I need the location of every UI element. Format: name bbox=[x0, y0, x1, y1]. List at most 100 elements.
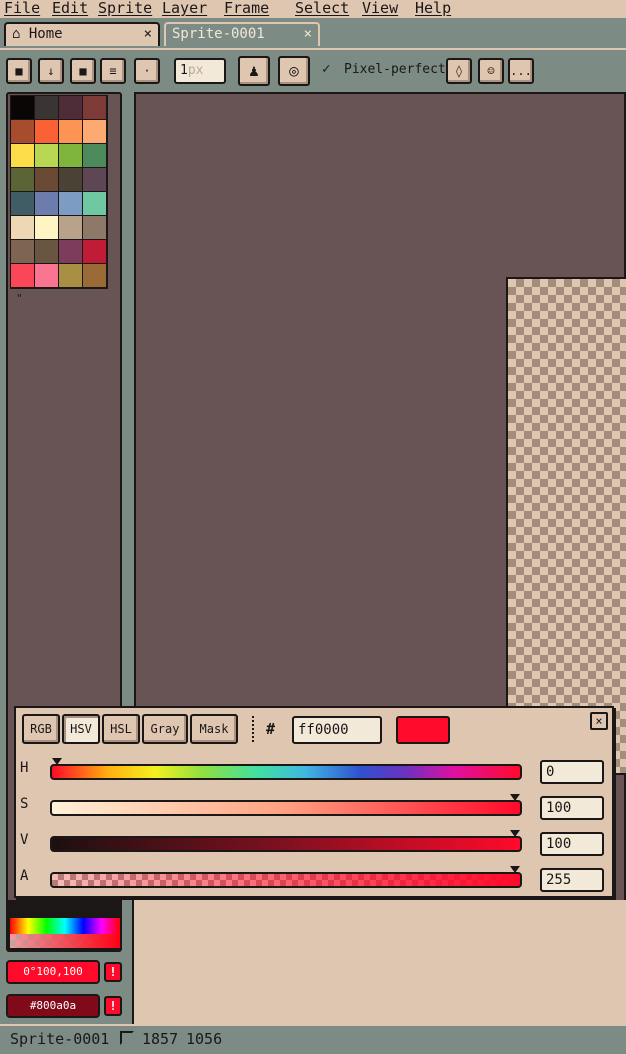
slider-knob[interactable] bbox=[52, 758, 62, 765]
hex-input[interactable]: ff0000 bbox=[292, 716, 382, 744]
palette-swatch[interactable] bbox=[83, 96, 107, 120]
menu-lines-icon[interactable]: ≡ bbox=[100, 58, 126, 84]
lock-icon[interactable]: ■ bbox=[6, 58, 32, 84]
menu-sprite[interactable]: Sprite bbox=[98, 0, 152, 17]
palette-swatch[interactable] bbox=[83, 168, 107, 192]
value-slider[interactable] bbox=[50, 830, 522, 852]
mode-rgb-button[interactable]: RGB bbox=[22, 714, 60, 744]
hue-strip[interactable] bbox=[10, 918, 120, 934]
menu-select[interactable]: Select bbox=[295, 0, 349, 17]
timeline-area bbox=[132, 900, 626, 1024]
close-icon[interactable]: × bbox=[144, 24, 152, 44]
hue-slider[interactable] bbox=[50, 758, 522, 780]
tab-sprite[interactable]: Sprite-0001 × bbox=[164, 22, 320, 46]
sprite-canvas[interactable] bbox=[506, 277, 626, 775]
brush-size-input[interactable]: 1px bbox=[174, 58, 226, 84]
saturation-slider[interactable] bbox=[50, 794, 522, 816]
palette-swatch[interactable] bbox=[83, 120, 107, 144]
palette-swatch[interactable] bbox=[59, 120, 83, 144]
palette-swatch[interactable] bbox=[59, 144, 83, 168]
menu-layer[interactable]: Layer bbox=[162, 0, 207, 17]
menu-bar: File Edit Sprite Layer Frame Select View… bbox=[0, 0, 626, 18]
palette-swatch[interactable] bbox=[83, 144, 107, 168]
palette-swatch[interactable] bbox=[35, 240, 59, 264]
ink-icon[interactable]: ♟ bbox=[238, 56, 270, 86]
palette-swatch[interactable] bbox=[83, 264, 107, 288]
palette-swatch[interactable] bbox=[11, 192, 35, 216]
slider-knob[interactable] bbox=[510, 866, 520, 873]
color-popup: RGB HSV HSL Gray Mask # ff0000 × H 0 S 1… bbox=[14, 706, 614, 898]
slider-label-a: A bbox=[20, 868, 29, 884]
foreground-color-button[interactable]: 0°100,100 bbox=[6, 960, 100, 984]
palette-swatch[interactable] bbox=[11, 264, 35, 288]
palette-swatch[interactable] bbox=[59, 96, 83, 120]
mode-hsv-button[interactable]: HSV bbox=[62, 714, 100, 744]
close-icon[interactable]: × bbox=[304, 24, 312, 44]
tab-home[interactable]: ⌂ Home × bbox=[4, 22, 160, 46]
arrow-down-icon[interactable]: ↓ bbox=[38, 58, 64, 84]
mode-mask-button[interactable]: Mask bbox=[190, 714, 238, 744]
palette-swatch[interactable] bbox=[83, 240, 107, 264]
saturation-value-input[interactable]: 100 bbox=[540, 796, 604, 820]
symmetry-icon[interactable]: ◊ bbox=[446, 58, 472, 84]
menu-frame[interactable]: Frame bbox=[224, 0, 269, 17]
hue-value-input[interactable]: 0 bbox=[540, 760, 604, 784]
palette-swatch[interactable] bbox=[11, 144, 35, 168]
more-button[interactable]: ... bbox=[508, 58, 534, 84]
palette-swatch[interactable] bbox=[35, 168, 59, 192]
square-icon[interactable]: ■ bbox=[70, 58, 96, 84]
alpha-value-input[interactable]: 255 bbox=[540, 868, 604, 892]
pixel-perfect-checkbox[interactable]: ✓ bbox=[322, 61, 330, 77]
context-toolbar: ■ ↓ ■ ≡ · 1px ♟ ◎ ✓ Pixel-perfect ◊ ☺ ..… bbox=[0, 48, 626, 88]
palette-swatch[interactable] bbox=[59, 168, 83, 192]
palette-swatch[interactable] bbox=[35, 96, 59, 120]
alpha-strip[interactable] bbox=[10, 934, 120, 948]
tab-label: Home bbox=[28, 26, 63, 42]
color-preview-swatch bbox=[396, 716, 450, 744]
slider-knob[interactable] bbox=[510, 830, 520, 837]
palette-swatch[interactable] bbox=[11, 120, 35, 144]
menu-edit[interactable]: Edit bbox=[52, 0, 88, 17]
target-icon[interactable]: ◎ bbox=[278, 56, 310, 86]
palette-grid bbox=[10, 95, 108, 289]
mode-hsl-button[interactable]: HSL bbox=[102, 714, 140, 744]
status-document-name: Sprite-0001 bbox=[10, 1030, 110, 1048]
value-value-input[interactable]: 100 bbox=[540, 832, 604, 856]
menu-view[interactable]: View bbox=[362, 0, 398, 17]
palette-swatch[interactable] bbox=[35, 264, 59, 288]
home-icon: ⌂ bbox=[12, 26, 21, 42]
menu-help[interactable]: Help bbox=[415, 0, 451, 17]
palette-resize-handle[interactable]: " bbox=[16, 292, 23, 305]
close-icon[interactable]: × bbox=[590, 712, 608, 730]
palette-swatch[interactable] bbox=[59, 192, 83, 216]
tab-strip: ⌂ Home × Sprite-0001 × bbox=[0, 18, 626, 48]
status-width: 1857 bbox=[142, 1030, 179, 1048]
palette-swatch[interactable] bbox=[11, 168, 35, 192]
palette-swatch[interactable] bbox=[35, 216, 59, 240]
mode-gray-button[interactable]: Gray bbox=[142, 714, 188, 744]
palette-swatch[interactable] bbox=[59, 240, 83, 264]
hex-hash-label: # bbox=[266, 720, 276, 738]
palette-swatch[interactable] bbox=[59, 264, 83, 288]
status-bar: Sprite-0001 1857 1056 bbox=[0, 1024, 626, 1054]
palette-swatch[interactable] bbox=[83, 216, 107, 240]
palette-swatch[interactable] bbox=[35, 144, 59, 168]
menu-file[interactable]: File bbox=[4, 0, 40, 17]
alpha-slider[interactable] bbox=[50, 866, 522, 888]
palette-swatch[interactable] bbox=[35, 192, 59, 216]
palette-swatch[interactable] bbox=[11, 216, 35, 240]
face-icon[interactable]: ☺ bbox=[478, 58, 504, 84]
warning-icon[interactable]: ! bbox=[104, 996, 122, 1016]
palette-swatch[interactable] bbox=[83, 192, 107, 216]
warning-icon[interactable]: ! bbox=[104, 962, 122, 982]
color-spectrum[interactable] bbox=[8, 900, 122, 950]
dot-icon[interactable]: · bbox=[134, 58, 160, 84]
slider-label-h: H bbox=[20, 760, 29, 776]
palette-swatch[interactable] bbox=[35, 120, 59, 144]
palette-swatch[interactable] bbox=[11, 96, 35, 120]
palette-swatch[interactable] bbox=[59, 216, 83, 240]
tab-label: Sprite-0001 bbox=[172, 26, 265, 42]
background-color-button[interactable]: #800a0a bbox=[6, 994, 100, 1018]
palette-swatch[interactable] bbox=[11, 240, 35, 264]
slider-knob[interactable] bbox=[510, 794, 520, 801]
